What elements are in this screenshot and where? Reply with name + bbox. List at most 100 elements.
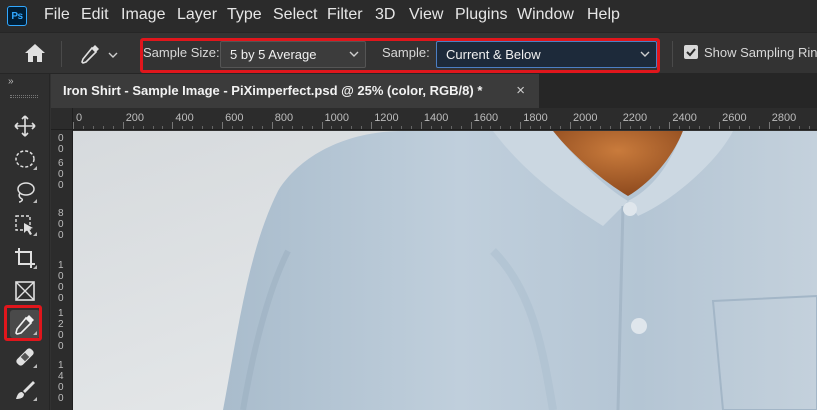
document-tab[interactable]: Iron Shirt - Sample Image - PiXimperfect…	[51, 74, 539, 108]
ruler-tick	[291, 126, 293, 129]
healing-brush-tool[interactable]	[10, 343, 40, 371]
ruler-origin[interactable]	[51, 108, 73, 129]
ruler-label: 0	[58, 144, 64, 155]
lasso-tool[interactable]	[10, 178, 40, 206]
ruler-label: 0	[58, 393, 64, 404]
ruler-tick	[699, 126, 701, 129]
ruler-tick	[619, 122, 621, 129]
menu-view[interactable]: View	[409, 6, 443, 24]
annotation-highlight-box	[4, 305, 42, 341]
ruler-tick	[520, 122, 522, 129]
ruler-tick	[241, 126, 243, 129]
sample-dropdown[interactable]: Current & Below	[436, 41, 657, 68]
ruler-label: 2200	[622, 112, 648, 124]
ruler-tick	[122, 122, 124, 129]
ruler-tick	[222, 122, 224, 129]
ruler-tick	[102, 126, 104, 129]
ruler-tick	[758, 126, 760, 129]
tools-panel: »	[0, 74, 50, 410]
frame-tool[interactable]	[10, 277, 40, 305]
ruler-label: 1800	[523, 112, 548, 124]
ruler-label: 0	[58, 230, 64, 241]
vertical-ruler[interactable]: 400600800100012001400	[51, 130, 73, 410]
ruler-tick	[729, 126, 731, 129]
close-icon[interactable]: ×	[516, 82, 525, 99]
ruler-tick	[719, 122, 721, 129]
ruler-label: 2800	[771, 112, 797, 124]
ruler-tick	[669, 122, 671, 129]
ruler-label: 4	[58, 371, 64, 382]
marquee-tool[interactable]	[10, 145, 40, 173]
ruler-tick	[430, 126, 432, 129]
menu-bar: Ps File Edit Image Layer Type Select Fil…	[0, 0, 817, 32]
panel-grip[interactable]	[10, 95, 38, 98]
ruler-tick	[629, 126, 631, 129]
ruler-label: 1200	[374, 112, 399, 124]
crop-tool[interactable]	[10, 244, 40, 272]
ruler-label: 1600	[473, 112, 499, 124]
shirt-photo	[73, 131, 817, 410]
ruler-label: 0	[58, 271, 64, 282]
options-bar: Sample Size: 5 by 5 Average Sample: Curr…	[0, 32, 817, 74]
ruler-label: 2	[58, 319, 64, 330]
ruler-label: 0	[58, 180, 64, 191]
menu-image[interactable]: Image	[121, 6, 165, 24]
menu-3d[interactable]: 3D	[375, 6, 395, 24]
ruler-tick	[142, 126, 144, 129]
ruler-tick	[599, 126, 601, 129]
ruler-tick	[788, 126, 790, 129]
object-selection-tool[interactable]	[10, 211, 40, 239]
ruler-tick	[540, 126, 542, 129]
ruler-tick	[550, 126, 552, 129]
ruler-label: 0	[58, 169, 64, 180]
menu-select[interactable]: Select	[273, 6, 317, 24]
ruler-tick	[401, 126, 403, 129]
ruler-label: 1	[58, 360, 64, 371]
horizontal-ruler[interactable]: 0 200 400 600 800 1000 1200 1400 1600 1800 2000 220…	[51, 108, 817, 130]
ruler-tick	[709, 126, 711, 129]
ruler-tick	[500, 126, 502, 129]
ruler-tick	[182, 126, 184, 129]
menu-filter[interactable]: Filter	[327, 6, 363, 24]
ruler-label: 0	[58, 282, 64, 293]
home-icon[interactable]	[24, 43, 46, 63]
ruler-tick	[440, 126, 442, 129]
ruler-tick	[212, 126, 214, 129]
ruler-tick	[420, 122, 422, 129]
ruler-label: 1	[58, 260, 64, 271]
ruler-tick	[202, 126, 204, 129]
menu-file[interactable]: File	[44, 6, 70, 24]
ruler-label: 400	[175, 112, 194, 124]
sample-size-dropdown[interactable]: 5 by 5 Average	[220, 41, 366, 68]
ruler-tick	[480, 126, 482, 129]
ruler-tick	[92, 126, 94, 129]
show-sampling-ring-label: Show Sampling Ring	[704, 45, 817, 60]
ruler-tick	[579, 126, 581, 129]
ruler-tick	[748, 126, 750, 129]
ruler-label: 0	[58, 330, 64, 341]
menu-layer[interactable]: Layer	[177, 6, 217, 24]
ruler-label: 200	[125, 112, 145, 124]
ruler-label: 800	[274, 112, 294, 124]
ruler-label: 0	[58, 341, 64, 352]
chevron-down-icon	[640, 51, 650, 57]
tool-preset-picker[interactable]	[78, 41, 124, 67]
menu-plugins[interactable]: Plugins	[455, 6, 507, 24]
document-tab-bar: Iron Shirt - Sample Image - PiXimperfect…	[51, 74, 817, 108]
brush-tool[interactable]	[10, 376, 40, 404]
ruler-tick	[391, 126, 393, 129]
menu-help[interactable]: Help	[587, 6, 620, 24]
menu-edit[interactable]: Edit	[81, 6, 109, 24]
document-canvas[interactable]	[73, 131, 817, 410]
move-tool[interactable]	[10, 112, 40, 140]
menu-window[interactable]: Window	[517, 6, 574, 24]
photoshop-logo[interactable]: Ps	[7, 6, 27, 26]
ruler-tick	[162, 126, 164, 129]
ruler-tick	[689, 126, 691, 129]
collapse-panel-button[interactable]: »	[8, 76, 13, 87]
ruler-tick	[570, 122, 571, 129]
show-sampling-ring-checkbox[interactable]	[684, 45, 698, 59]
ruler-label: 1	[58, 308, 64, 319]
menu-type[interactable]: Type	[227, 6, 262, 24]
ruler-tick	[639, 126, 641, 129]
